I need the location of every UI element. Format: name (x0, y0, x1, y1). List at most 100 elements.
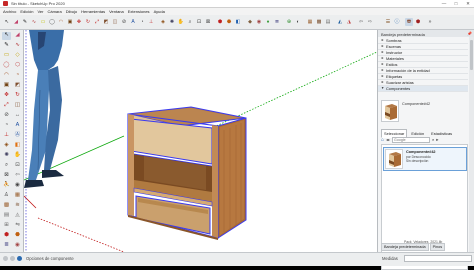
credits-icon[interactable] (10, 256, 15, 261)
components-tray-icon[interactable]: ⛃ (405, 18, 413, 26)
extension-manager-icon[interactable]: ⬢ (414, 18, 422, 26)
extension-tool-icon[interactable]: ⬣ (13, 232, 22, 240)
sandbox-icon[interactable]: ▦ (306, 18, 314, 26)
protractor-icon[interactable]: ◔ (138, 18, 146, 26)
details-icon[interactable]: ▸ (436, 137, 438, 143)
warehouse-icon[interactable]: ⬢ (216, 18, 224, 26)
sandbox-scratch-tool-icon[interactable]: ▩ (2, 202, 11, 210)
layers-icon[interactable]: ≣ (273, 18, 281, 26)
measurements-input[interactable] (404, 255, 472, 262)
home-icon[interactable]: ⌂ (381, 137, 384, 143)
walk-tool-icon[interactable]: ⛹ (2, 182, 11, 190)
next-view-icon[interactable]: ⇨ (366, 18, 374, 26)
component-search-input[interactable] (392, 136, 431, 143)
eraser-icon[interactable]: ◢ (12, 18, 20, 26)
tray-scrollbar[interactable] (469, 37, 474, 252)
geo-status-icon[interactable] (3, 256, 8, 261)
freehand-icon[interactable]: ∿ (30, 18, 38, 26)
zoom-extents-tool-icon[interactable]: ⊠ (2, 172, 11, 180)
zoom-extents-icon[interactable]: ⊠ (204, 18, 212, 26)
menu-ventana[interactable]: Ventana (109, 9, 124, 14)
paint-bucket-icon[interactable]: ◈ (159, 18, 167, 26)
pan-icon[interactable]: ✋ (177, 18, 185, 26)
rectangle-icon[interactable]: ▭ (39, 18, 47, 26)
arc-tool-icon[interactable]: ◠ (2, 72, 11, 80)
select-tool-icon[interactable]: ↖ (2, 32, 11, 40)
menu-extensiones[interactable]: Extensiones (128, 9, 150, 14)
offset-icon[interactable]: ◫ (111, 18, 119, 26)
viewport-canvas[interactable] (24, 30, 377, 252)
line-tool-icon[interactable]: ✎ (2, 42, 11, 50)
sandbox-contours-tool-icon[interactable]: ▦ (13, 192, 22, 200)
stamp-tool-icon[interactable]: ▤ (2, 212, 11, 220)
circle-tool-icon[interactable]: ◯ (2, 62, 11, 70)
list-item[interactable]: Componente#42 por Desconocido Sin descri… (383, 147, 467, 171)
freehand-tool-icon[interactable]: ∿ (13, 42, 22, 50)
layers-tool-icon[interactable]: ≣ (2, 242, 11, 250)
protractor-tool-icon[interactable]: ◔ (2, 122, 11, 130)
nightstand-model[interactable] (127, 106, 247, 240)
orbit-tool-icon[interactable]: ✺ (2, 152, 11, 160)
outliner-icon[interactable]: ☰ (384, 18, 392, 26)
rotate-icon[interactable]: ↻ (84, 18, 92, 26)
styles-icon[interactable]: ● (264, 18, 272, 26)
add-detail-tool-icon[interactable]: ⊞ (2, 222, 11, 230)
rotate-tool-icon[interactable]: ↻ (13, 92, 22, 100)
position-camera-tool-icon[interactable]: ♙ (2, 192, 11, 200)
materials-tool-icon[interactable]: ◉ (13, 242, 22, 250)
3d-text-tool-icon[interactable]: Ⓐ (13, 132, 22, 140)
circle-icon[interactable]: ◯ (48, 18, 56, 26)
close-button[interactable]: ✕ (462, 0, 474, 8)
components-icon[interactable]: ◆ (246, 18, 254, 26)
geo-location-icon[interactable]: ⊕ (285, 18, 293, 26)
search-icon[interactable]: ⌕ (432, 137, 434, 142)
nav-icon[interactable]: ◂▸ (386, 137, 390, 142)
follow-me-icon[interactable]: ◩ (102, 18, 110, 26)
menu-camara[interactable]: Cámara (47, 9, 61, 14)
follow-me-tool-icon[interactable]: ◩ (13, 82, 22, 90)
previous-view-tool-icon[interactable]: ⇦ (13, 172, 22, 180)
menu-herramientas[interactable]: Herramientas (81, 9, 105, 14)
move-tool-icon[interactable]: ✥ (2, 92, 11, 100)
menu-edicion[interactable]: Edición (20, 9, 33, 14)
axes-tool-icon[interactable]: ⊥ (2, 132, 11, 140)
materials-icon[interactable]: ◉ (255, 18, 263, 26)
maximize-button[interactable]: □ (450, 0, 462, 8)
intersect-icon[interactable]: ◮ (345, 18, 353, 26)
arc-icon[interactable]: ◠ (57, 18, 65, 26)
pie-tool-icon[interactable]: ◔ (13, 72, 22, 80)
solid-tools-icon[interactable]: ◭ (336, 18, 344, 26)
select-arrow-icon[interactable]: ↖ (3, 18, 11, 26)
toolbar-overflow-icon[interactable]: » (426, 18, 434, 26)
look-around-tool-icon[interactable]: ◉ (13, 182, 22, 190)
polygon-tool-icon[interactable]: ⬡ (13, 62, 22, 70)
photo-match-icon[interactable]: ◐ (294, 18, 302, 26)
flip-edge-tool-icon[interactable]: ⇋ (13, 222, 22, 230)
dimension-tool-icon[interactable]: ↔ (13, 112, 22, 120)
move-icon[interactable]: ✥ (75, 18, 83, 26)
zoom-window-icon[interactable]: ⊡ (195, 18, 203, 26)
pin-icon[interactable]: 📌 (467, 31, 472, 36)
entity-info-icon[interactable]: ⓘ (393, 18, 401, 26)
eraser-tool-icon[interactable]: ◢ (13, 32, 22, 40)
section-icon[interactable]: ◧ (234, 18, 242, 26)
push-pull-tool-icon[interactable]: ▣ (2, 82, 11, 90)
menu-archivo[interactable]: Archivo (3, 9, 16, 14)
section-plane-tool-icon[interactable]: ◧ (13, 142, 22, 150)
text-icon[interactable]: A (129, 18, 137, 26)
pan-tool-icon[interactable]: ✋ (13, 152, 22, 160)
zoom-icon[interactable]: ⌕ (186, 18, 194, 26)
tab-bandeja-predeterminada[interactable]: Bandeja predeterminada (381, 243, 429, 251)
menu-dibujo[interactable]: Dibujo (66, 9, 77, 14)
scale-tool-icon[interactable]: ⤢ (2, 102, 11, 110)
component-name[interactable]: Componente#42 (402, 102, 430, 106)
orbit-icon[interactable]: ✺ (168, 18, 176, 26)
warehouse-tool-icon[interactable]: ⬢ (2, 232, 11, 240)
panel-componentes[interactable]: ▼ Componentes (378, 86, 468, 92)
menu-ver[interactable]: Ver (37, 9, 43, 14)
rectangle-tool-icon[interactable]: ▭ (2, 52, 11, 60)
help-icon[interactable] (17, 256, 22, 261)
text-tool-icon[interactable]: A (13, 122, 22, 130)
tab-pinos[interactable]: Pinos (429, 243, 446, 251)
previous-view-icon[interactable]: ⇦ (357, 18, 365, 26)
